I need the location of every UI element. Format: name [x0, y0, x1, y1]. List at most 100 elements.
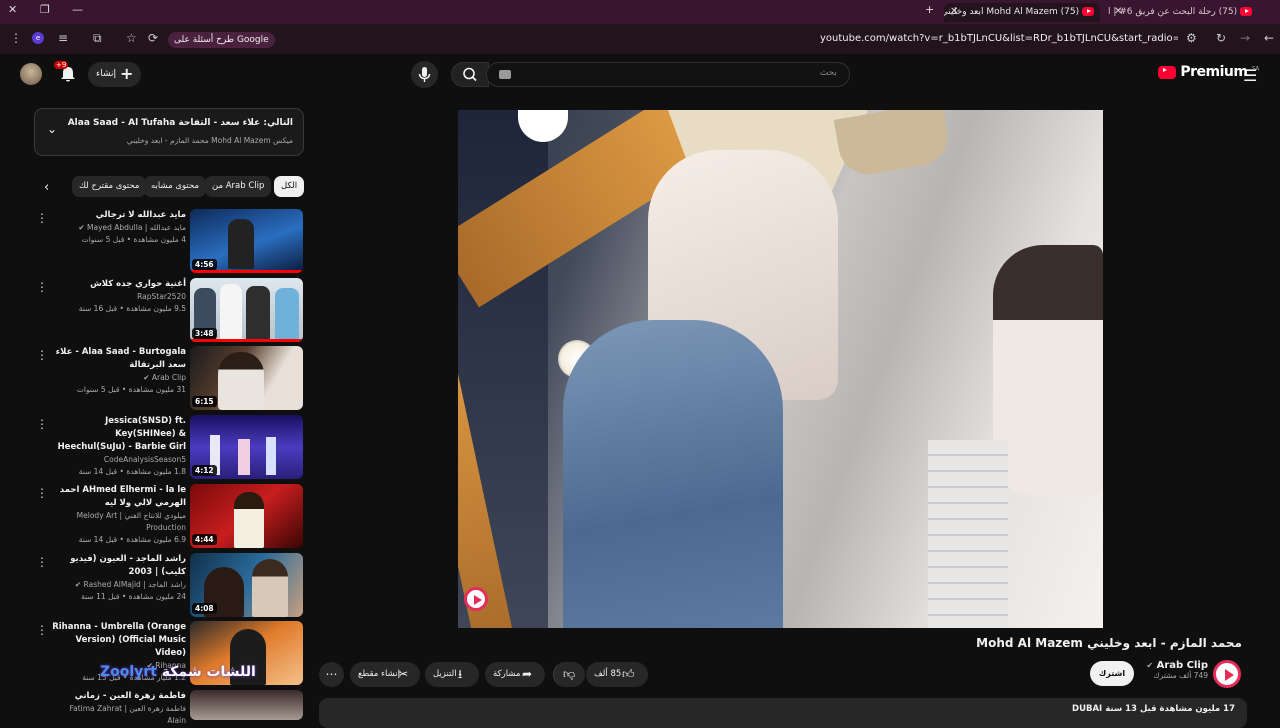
close-tab-icon[interactable]: ✕ — [1114, 3, 1122, 21]
description-box[interactable]: 17 مليون مشاهدة قبل 13 سنة DUBAI — [319, 698, 1247, 728]
channel-name[interactable]: راشد الماجد | Rashed AlMajid — [84, 580, 186, 589]
channel-name[interactable]: مايد عبدالله | Mayed Abdulla — [87, 223, 186, 232]
back-icon[interactable]: ← — [1264, 31, 1274, 45]
download-button[interactable]: ⭳ التنزيل — [425, 662, 479, 687]
search-input[interactable]: بحث — [486, 62, 850, 87]
more-actions-icon[interactable]: ⋮ — [36, 555, 48, 569]
like-button[interactable]: 👍︎ 85 ألف — [586, 662, 648, 687]
video-title[interactable]: فاطمة زهرة العين - زماني — [52, 690, 186, 703]
video-title[interactable]: AHmed Elhermi - la le احمد الهرمي لالي و… — [52, 484, 186, 510]
close-window-icon[interactable]: ✕ — [8, 3, 17, 16]
share-label: مشاركة — [493, 669, 521, 679]
video-stats: 4 مليون مشاهدة • قبل 5 سنوات — [81, 235, 186, 244]
new-tab-icon[interactable]: + — [925, 3, 934, 16]
dislike-button[interactable]: 👎︎ — [553, 662, 585, 687]
search-button[interactable] — [451, 62, 489, 87]
video-title[interactable]: Alaa Saad - Burtogala - علاء سعد البرتقا… — [52, 346, 186, 372]
up-next-panel[interactable]: التالي: علاء سعد - التفاحة Alaa Saad - A… — [34, 108, 304, 156]
list-item[interactable]: 4:56 مايد عبدالله لا ترجالي مايد عبدالله… — [34, 209, 304, 273]
more-actions-icon[interactable]: ⋮ — [36, 417, 48, 431]
video-thumbnail[interactable]: 6:15 — [190, 346, 303, 410]
search-icon — [463, 67, 477, 82]
chip-all[interactable]: الكل — [274, 176, 305, 197]
site-settings-icon[interactable]: ⚙ — [1186, 31, 1197, 45]
chip-from-arab-clip[interactable]: من Arab Clip — [205, 176, 272, 197]
channel-name[interactable]: ميلودي للانتاج الفني | Melody Art Produc… — [77, 511, 186, 532]
chip-related[interactable]: محتوى مشابه — [144, 176, 206, 197]
channel-info: ✔ Arab Clip 749 ألف مشترك — [1130, 660, 1208, 680]
keyboard-icon[interactable] — [499, 70, 511, 79]
video-stats: 24 مليون مشاهدة • قبل 11 سنة — [81, 592, 186, 601]
overlay-arabic-text: اللشات شمكة — [161, 664, 256, 680]
channel-watermark-icon[interactable] — [464, 587, 488, 611]
account-avatar[interactable] — [20, 63, 42, 85]
minimize-window-icon[interactable]: — — [72, 3, 83, 16]
more-actions-icon[interactable]: ⋮ — [36, 280, 48, 294]
channel-name-main[interactable]: Arab Clip — [1157, 660, 1208, 671]
channel-name[interactable]: RapStar2520 — [137, 292, 186, 301]
maximize-window-icon[interactable]: ❐ — [40, 3, 50, 16]
overlay-latin-text: Zoolyrt — [100, 664, 157, 680]
more-actions-icon[interactable]: ⋮ — [36, 348, 48, 362]
duration-badge: 4:56 — [192, 259, 217, 270]
list-item[interactable]: 3:48 أغنية حواري جده كلاش RapStar2520 9.… — [34, 278, 304, 342]
close-tab-icon[interactable]: ✕ — [950, 3, 958, 21]
video-frame-second-figure — [993, 245, 1103, 495]
search-placeholder: بحث — [819, 68, 837, 78]
chip-recommended[interactable]: محتوى مقترح لك — [72, 176, 147, 197]
ask-google-chip[interactable]: طرح أسئلة على Google — [168, 32, 275, 48]
video-thumbnail[interactable]: 3:48 — [190, 278, 303, 342]
video-thumbnail[interactable]: 4:44 — [190, 484, 303, 548]
notifications-button[interactable]: +9 — [54, 61, 78, 84]
channel-name[interactable]: فاطمة زهرة العين | Fatima Zahrat Alain — [69, 704, 186, 725]
extension-icon[interactable]: ≡ — [58, 31, 68, 45]
video-thumbnail[interactable] — [190, 690, 303, 720]
video-thumbnail[interactable]: 4:08 — [190, 553, 303, 617]
thumbnail-figure — [252, 559, 288, 617]
create-button[interactable]: إنشاء + — [88, 62, 141, 87]
video-title[interactable]: Jessica(SNSD) ft. Key(SHINee) & Heechul(… — [52, 415, 186, 454]
bookmark-star-icon[interactable]: ☆ — [126, 31, 137, 45]
video-thumbnail[interactable]: 4:12 — [190, 415, 303, 479]
list-item[interactable]: 4:08 راشد الماجد - العيون (فيديو كليب) |… — [34, 553, 304, 617]
channel-name[interactable]: CodeAnalysisSeason5 — [104, 455, 186, 464]
address-url[interactable]: youtube.com/watch?v=r_b1bTJLnCU&list=RDr… — [820, 33, 1178, 44]
tab-current-video[interactable]: (75) Mohd Al Mazem ابعد وخليني ✕ — [944, 3, 1100, 22]
channel-avatar[interactable] — [1213, 660, 1241, 688]
chips-scroll-left-icon[interactable]: ‹ — [44, 180, 49, 195]
video-player[interactable] — [458, 110, 1103, 628]
thumbnail-figure — [238, 439, 250, 475]
list-item[interactable]: فاطمة زهرة العين - زماني فاطمة زهرة العي… — [34, 690, 304, 725]
thumbs-down-icon: 👎︎ — [563, 667, 576, 681]
browser-menu-icon[interactable]: ⋮ — [10, 31, 22, 45]
list-item[interactable]: 4:44 AHmed Elhermi - la le احمد الهرمي ل… — [34, 484, 304, 548]
hamburger-menu-icon[interactable]: ☰ — [1243, 66, 1257, 85]
video-thumbnail[interactable]: 4:56 — [190, 209, 303, 273]
video-title[interactable]: Rihanna - Umbrella (Orange Version) (Off… — [52, 621, 186, 660]
list-item[interactable]: 4:12 Jessica(SNSD) ft. Key(SHINee) & Hee… — [34, 415, 304, 479]
video-title[interactable]: أغنية حواري جده كلاش — [52, 278, 186, 291]
more-actions-icon[interactable]: ⋮ — [36, 623, 48, 637]
subscribe-button[interactable]: اشترك — [1090, 661, 1134, 686]
video-title[interactable]: مايد عبدالله لا ترجالي — [52, 209, 186, 222]
more-actions-icon[interactable]: ⋮ — [36, 486, 48, 500]
list-item[interactable]: 6:15 Alaa Saad - Burtogala - علاء سعد ال… — [34, 346, 304, 410]
browser-tab-bar: ✕ ❐ — + (75) Mohd Al Mazem ابعد وخليني ✕… — [0, 0, 1280, 24]
thumbnail-figure — [220, 284, 242, 342]
play-logo-icon — [1225, 669, 1234, 681]
tab-other-video[interactable]: (75) رحلة البحث عن فريق 6# | الا ✕ — [1108, 3, 1258, 22]
chevron-down-icon[interactable]: ⌄ — [47, 122, 57, 136]
screenshot-icon[interactable]: ⧉ — [93, 31, 102, 46]
more-actions-icon[interactable]: ⋯ — [319, 662, 344, 687]
share-button[interactable]: ➦ مشاركة — [485, 662, 545, 687]
reload-icon[interactable]: ↻ — [1216, 31, 1226, 45]
clip-button[interactable]: ✂ إنشاء مقطع — [350, 662, 420, 687]
reader-mode-icon[interactable]: ⟳ — [148, 31, 158, 45]
voice-search-button[interactable] — [411, 61, 438, 88]
create-label: إنشاء — [96, 69, 117, 79]
forward-icon[interactable]: → — [1240, 31, 1250, 45]
more-actions-icon[interactable]: ⋮ — [36, 211, 48, 225]
video-title[interactable]: راشد الماجد - العيون (فيديو كليب) | 2003 — [52, 553, 186, 579]
profile-extension-icon[interactable]: e — [32, 32, 44, 44]
channel-name[interactable]: Arab Clip — [152, 373, 186, 382]
